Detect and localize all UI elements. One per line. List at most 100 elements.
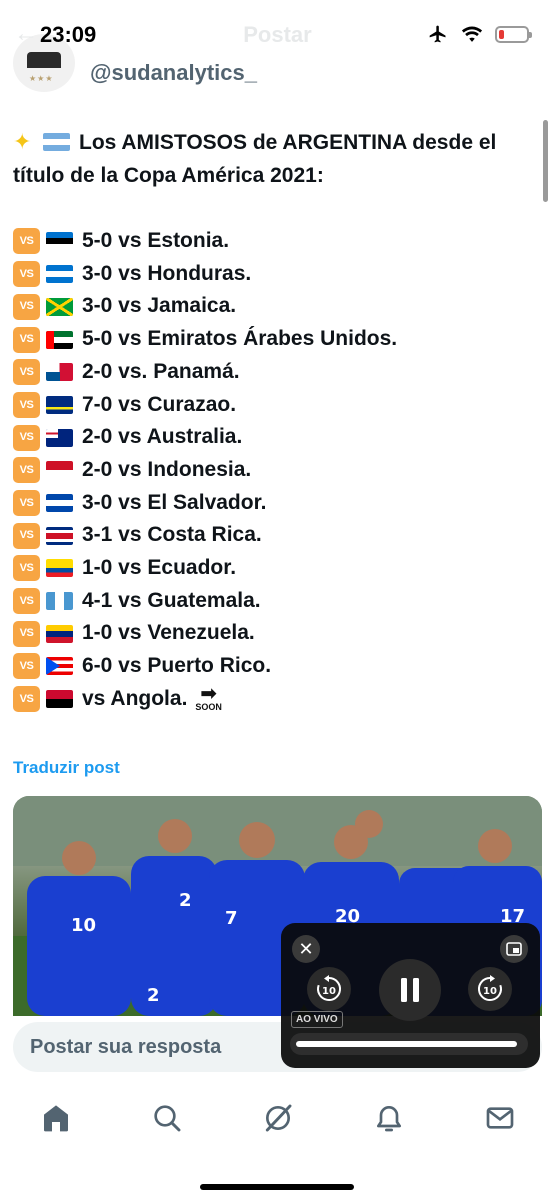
svg-text:10: 10 — [71, 915, 96, 936]
notifications-icon[interactable] — [369, 1098, 409, 1138]
status-time: 23:09 — [40, 22, 97, 47]
puerto-rico-flag-icon — [46, 657, 73, 676]
argentina-flag-icon — [43, 133, 70, 151]
soon-arrow-icon: ➡ SOON — [195, 683, 222, 713]
bottom-navigation — [0, 1083, 555, 1153]
result-item: VS 4-1 vs Guatemala. — [13, 585, 543, 618]
reply-placeholder: Postar sua resposta — [30, 1036, 222, 1058]
result-item: VS 6-0 vs Puerto Rico. — [13, 650, 543, 683]
costa-rica-flag-icon — [46, 526, 73, 545]
vs-badge-icon: VS — [13, 261, 40, 288]
vs-badge-icon: VS — [13, 228, 40, 255]
svg-text:2: 2 — [179, 890, 192, 911]
vs-badge-icon: VS — [13, 522, 40, 549]
search-icon[interactable] — [147, 1098, 187, 1138]
skip-back-button[interactable]: 10 — [307, 967, 351, 1011]
result-text: 3-0 vs Honduras. — [82, 261, 252, 285]
honduras-flag-icon — [46, 265, 73, 284]
result-item: VS 3-0 vs Jamaica. — [13, 290, 543, 323]
result-item: VS 1-0 vs Ecuador. — [13, 552, 543, 585]
jamaica-flag-icon — [46, 297, 73, 316]
venezuela-flag-icon — [46, 624, 73, 643]
status-bar: ← Postar 23:09 — [0, 0, 555, 64]
expand-player-button[interactable] — [500, 935, 528, 963]
result-text: 7-0 vs Curazao. — [82, 392, 237, 416]
result-text: 1-0 vs Ecuador. — [82, 555, 237, 579]
australia-flag-icon — [46, 428, 73, 447]
airplane-mode-icon — [429, 25, 446, 43]
messages-icon[interactable] — [480, 1098, 520, 1138]
vs-badge-icon: VS — [13, 489, 40, 516]
vs-badge-icon: VS — [13, 326, 40, 353]
result-item: VS 2-0 vs Australia. — [13, 421, 543, 454]
battery-level — [499, 29, 505, 39]
arrow-right-icon: ➡ — [200, 683, 218, 706]
result-text: 2-0 vs Indonesia. — [82, 457, 252, 481]
player-progress-bar[interactable] — [290, 1033, 528, 1055]
result-item: VS 3-0 vs Honduras. — [13, 258, 543, 291]
result-item: VS 5-0 vs Estonia. — [13, 225, 543, 258]
result-text: 6-0 vs Puerto Rico. — [82, 654, 272, 678]
result-text: 1-0 vs Venezuela. — [82, 621, 255, 645]
skip-forward-button[interactable]: 10 — [468, 967, 512, 1011]
result-item: VS vs Angola. ➡ SOON — [13, 683, 543, 716]
result-text: vs Angola. — [82, 686, 188, 710]
guatemala-flag-icon — [46, 592, 73, 610]
tweet-headline: ✦ Los AMISTOSOS de ARGENTINA desde el tít… — [13, 126, 543, 192]
wifi-icon — [461, 26, 483, 42]
vs-badge-icon: VS — [13, 457, 40, 484]
pause-button[interactable] — [379, 959, 441, 1021]
translate-link[interactable]: Traduzir post — [13, 758, 120, 778]
video-player-overlay[interactable]: ✕ 10 10 AO VIVO — [281, 923, 540, 1068]
headline-label: Los AMISTOSOS de ARGENTINA desde el títu… — [13, 131, 497, 187]
result-text: 3-0 vs Jamaica. — [82, 294, 237, 318]
avatar-stars: ★★★ — [29, 74, 54, 83]
result-item: VS 2-0 vs. Panamá. — [13, 356, 543, 389]
scrollbar-thumb[interactable] — [543, 120, 548, 202]
result-item: VS 5-0 vs Emiratos Árabes Unidos. — [13, 323, 543, 356]
result-text: 3-1 vs Costa Rica. — [82, 523, 262, 547]
uae-flag-icon — [46, 330, 73, 349]
live-badge: AO VIVO — [291, 1011, 343, 1028]
status-icons — [427, 24, 532, 44]
vs-badge-icon: VS — [13, 359, 40, 386]
indonesia-flag-icon — [46, 461, 73, 480]
battery-icon — [495, 25, 532, 43]
close-player-button[interactable]: ✕ — [292, 935, 320, 963]
panama-flag-icon — [46, 363, 73, 382]
picture-in-picture-icon — [506, 942, 522, 956]
vs-badge-icon: VS — [13, 588, 40, 614]
vs-badge-icon: VS — [13, 555, 40, 582]
skip-back-label: 10 — [322, 986, 336, 997]
result-text: 3-0 vs El Salvador. — [82, 490, 267, 514]
skip-forward-label: 10 — [483, 986, 497, 997]
player-progress-fill — [296, 1041, 518, 1047]
home-icon[interactable] — [36, 1098, 76, 1138]
result-text: 4-1 vs Guatemala. — [82, 588, 261, 612]
skip-back-10-icon: 10 — [317, 975, 341, 1001]
vs-badge-icon: VS — [13, 424, 40, 451]
sparkle-star-icon: ✦ — [13, 129, 32, 154]
result-item: VS 1-0 vs Venezuela. — [13, 617, 543, 650]
grok-icon[interactable] — [258, 1098, 298, 1138]
result-text: 5-0 vs Emiratos Árabes Unidos. — [82, 327, 398, 351]
vs-badge-icon: VS — [13, 293, 40, 320]
headline-text: ✦ Los AMISTOSOS de ARGENTINA desde el tít… — [13, 126, 543, 192]
result-item: VS 7-0 vs Curazao. — [13, 389, 543, 422]
vs-badge-icon: VS — [13, 653, 40, 680]
el-salvador-flag-icon — [46, 493, 73, 512]
results-list: VS 5-0 vs Estonia. VS 3-0 vs Honduras. V… — [13, 225, 543, 715]
vs-badge-icon: VS — [13, 620, 40, 647]
soon-label: SOON — [195, 702, 222, 713]
result-text: 2-0 vs. Panamá. — [82, 359, 240, 383]
svg-text:2: 2 — [147, 985, 160, 1006]
pause-icon — [401, 978, 419, 1002]
home-indicator — [200, 1184, 354, 1190]
ecuador-flag-icon — [46, 559, 73, 578]
skip-forward-10-icon: 10 — [478, 975, 502, 1001]
result-text: 5-0 vs Estonia. — [82, 229, 230, 253]
angola-flag-icon — [46, 690, 73, 709]
result-item: VS 2-0 vs Indonesia. — [13, 454, 543, 487]
vs-badge-icon: VS — [13, 391, 40, 418]
